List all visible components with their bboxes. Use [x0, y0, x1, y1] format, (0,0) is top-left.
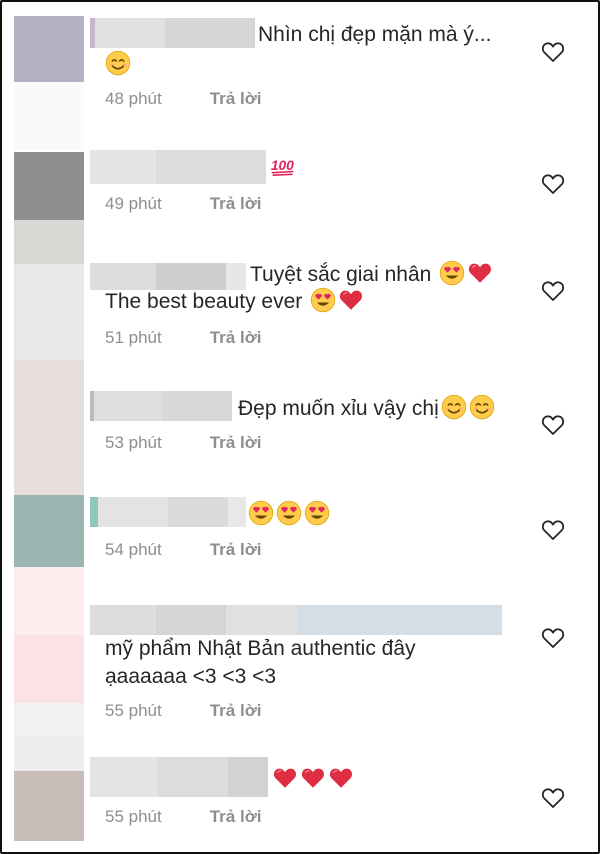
comment-meta: 54 phút Trả lời [105, 539, 262, 561]
avatar-placeholder [14, 703, 84, 735]
avatar[interactable] [14, 220, 84, 264]
comment-text-line-2: The best beauty ever [105, 287, 364, 317]
red-heart-icon [467, 260, 493, 286]
comment-time: 49 phút [105, 194, 162, 213]
reply-button[interactable]: Trả lời [210, 194, 262, 213]
comment-meta: 55 phút Trả lời [105, 806, 262, 828]
commenter-username[interactable] [90, 497, 246, 527]
comment-meta: 48 phút Trả lời [105, 88, 262, 110]
reply-button[interactable]: Trả lời [210, 433, 262, 452]
comment-text [272, 765, 354, 795]
avatar[interactable] [14, 735, 84, 771]
heart-outline-icon[interactable] [541, 787, 565, 809]
comment-meta: 49 phút Trả lời [105, 193, 262, 215]
comment-text-line-2: ạaaaaaa <3 <3 <3 [105, 665, 277, 688]
smiling-face-icon [469, 394, 495, 420]
heart-eyes-face-icon [304, 500, 330, 526]
commenter-username[interactable] [90, 263, 246, 290]
comment-text-line-1: Nhìn chị đẹp mặn mà ý... [258, 20, 491, 50]
red-heart-icon [272, 765, 298, 791]
red-heart-icon [300, 765, 326, 791]
hundred-points-icon [270, 152, 296, 178]
comment-text-line-2 [105, 50, 131, 80]
avatar-placeholder [14, 82, 84, 150]
comment-time: 53 phút [105, 433, 162, 452]
comment-text-line-1: mỹ phẩm Nhật Bản authentic đây [105, 637, 416, 660]
reply-button[interactable]: Trả lời [210, 89, 262, 108]
commenter-username[interactable] [90, 391, 232, 421]
commenter-username[interactable] [90, 757, 268, 797]
heart-eyes-face-icon [248, 500, 274, 526]
avatar-placeholder [14, 264, 84, 360]
comment-item: 55 phút Trả lời [0, 735, 600, 854]
comment-time: 54 phút [105, 540, 162, 559]
red-heart-icon [338, 287, 364, 313]
comment-text: Đẹp muốn xỉu vậy chị [238, 394, 495, 424]
commenter-username[interactable] [90, 18, 255, 48]
avatar[interactable] [14, 495, 84, 567]
smiling-face-icon [105, 50, 131, 76]
comment-text: Nhìn chị đẹp mặn mà ý... [258, 23, 492, 46]
avatar-placeholder [14, 771, 84, 841]
comment-text-line-1: Tuyệt sắc giai nhân [250, 260, 493, 290]
comment-meta: 51 phút Trả lời [105, 327, 262, 349]
heart-eyes-face-icon [439, 260, 465, 286]
heart-eyes-face-icon [310, 287, 336, 313]
comment-meta: 55 phút Trả lời [105, 700, 262, 722]
heart-outline-icon[interactable] [541, 414, 565, 436]
avatar[interactable] [14, 360, 84, 495]
avatar[interactable] [14, 567, 84, 635]
smiling-face-icon [441, 394, 467, 420]
comment-item: 49 phút Trả lời [0, 150, 600, 245]
comment-item: Tuyệt sắc giai nhân The best beauty ever… [0, 220, 600, 360]
comment-item: Nhìn chị đẹp mặn mà ý... 48 phút Trả lời [0, 0, 600, 150]
reply-button[interactable]: Trả lời [210, 701, 262, 720]
comment-text [270, 152, 296, 182]
heart-outline-icon[interactable] [541, 173, 565, 195]
reply-button[interactable]: Trả lời [210, 328, 262, 347]
comment-time: 51 phút [105, 328, 162, 347]
comment-meta: 53 phút Trả lời [105, 432, 262, 454]
comment-text [248, 500, 330, 530]
heart-outline-icon[interactable] [541, 627, 565, 649]
reply-button[interactable]: Trả lời [210, 540, 262, 559]
reply-button[interactable]: Trả lời [210, 807, 262, 826]
commenter-username[interactable] [90, 150, 266, 184]
heart-outline-icon[interactable] [541, 519, 565, 541]
avatar[interactable] [14, 152, 84, 222]
commenter-username[interactable] [90, 605, 502, 635]
avatar-placeholder [14, 635, 84, 703]
heart-outline-icon[interactable] [541, 41, 565, 63]
heart-eyes-face-icon [276, 500, 302, 526]
comment-time: 55 phút [105, 807, 162, 826]
avatar[interactable] [14, 16, 84, 82]
comment-item: mỹ phẩm Nhật Bản authentic đây ạaaaaaa <… [0, 567, 600, 735]
heart-outline-icon[interactable] [541, 280, 565, 302]
comment-item: Đẹp muốn xỉu vậy chị 53 phút Trả lời [0, 360, 600, 495]
red-heart-icon [328, 765, 354, 791]
comment-time: 55 phút [105, 701, 162, 720]
comment-time: 48 phút [105, 89, 162, 108]
